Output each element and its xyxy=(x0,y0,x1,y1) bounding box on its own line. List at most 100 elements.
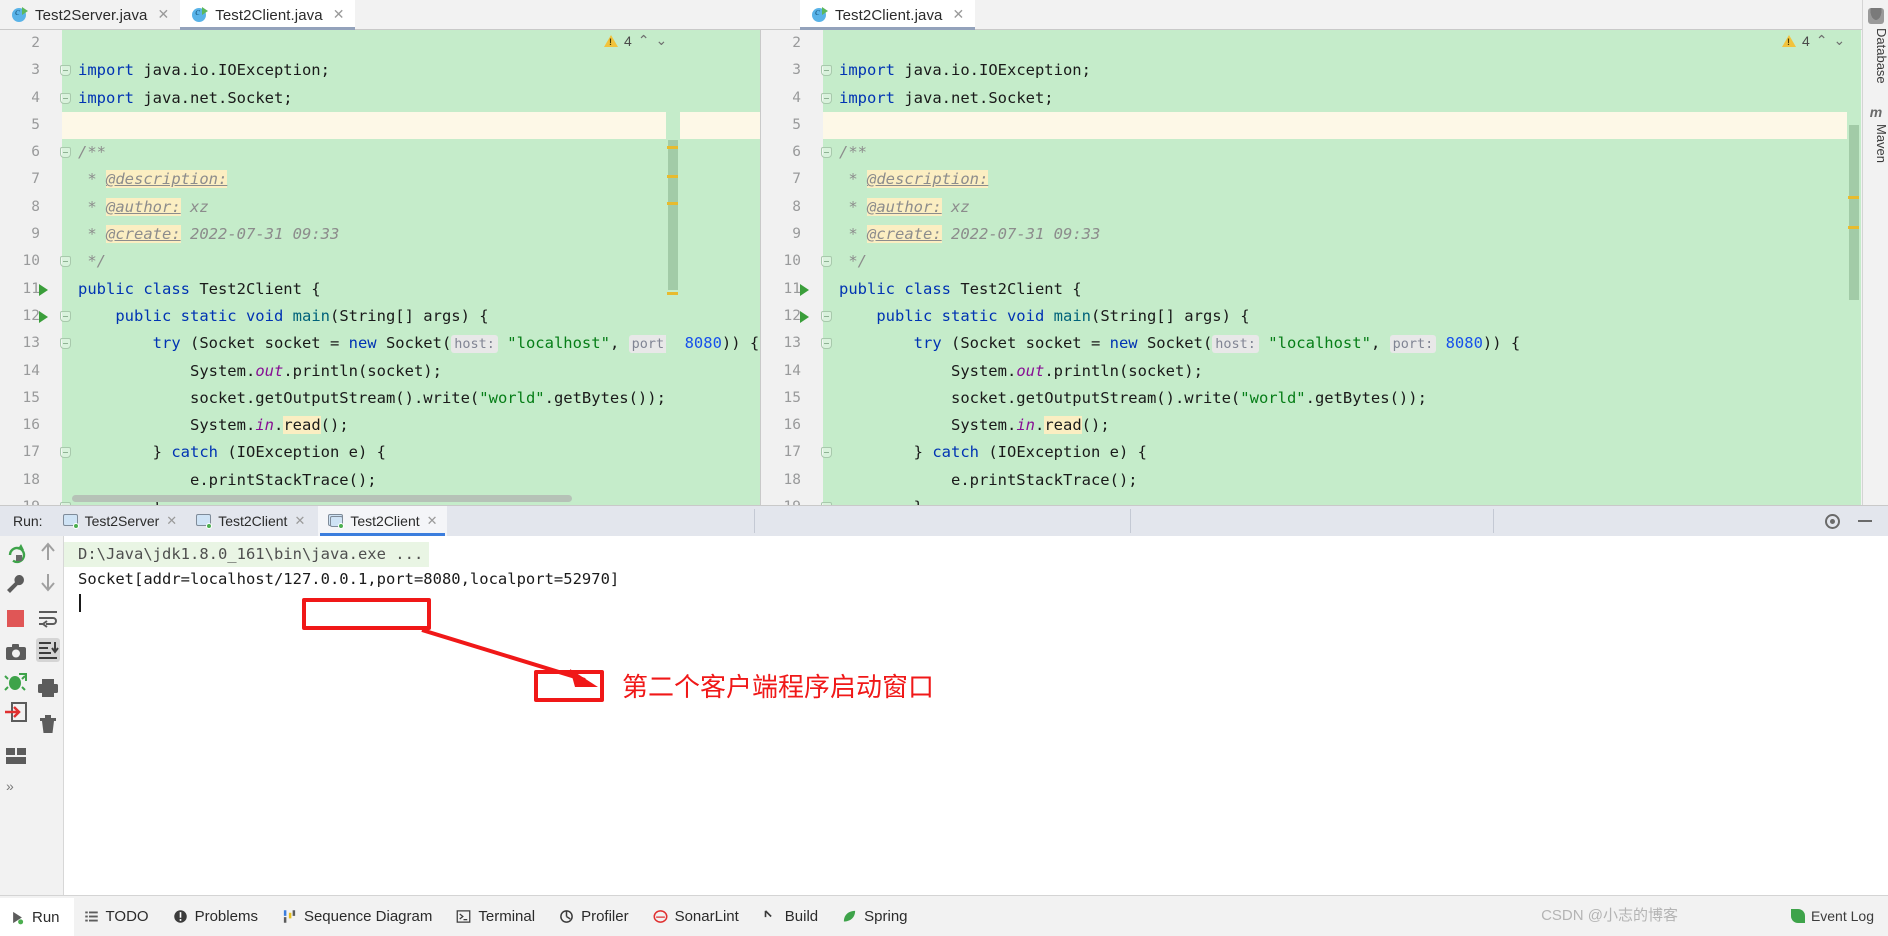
event-log-button[interactable]: Event Log xyxy=(1790,908,1874,924)
fold-toggle-icon[interactable] xyxy=(821,447,832,459)
code-text: try (Socket socket = new Socket(host: "l… xyxy=(152,334,760,354)
status-item-terminal[interactable]: Terminal xyxy=(446,896,549,936)
print-icon[interactable] xyxy=(36,676,60,700)
fold-toggle-icon[interactable] xyxy=(821,310,832,322)
status-item-profiler[interactable]: Profiler xyxy=(549,896,643,936)
code-line: 10 */ xyxy=(23,248,760,275)
code-text: import java.net.Socket; xyxy=(839,88,1054,107)
maven-m-icon: m xyxy=(1869,104,1883,120)
status-item-run[interactable]: Run xyxy=(0,895,74,936)
run-toolbar-primary: » xyxy=(0,536,32,896)
fold-toggle-icon[interactable] xyxy=(60,65,71,77)
scroll-up-icon[interactable] xyxy=(36,540,60,564)
fold-toggle-icon[interactable] xyxy=(60,447,71,459)
close-icon[interactable]: ✕ xyxy=(427,514,438,529)
prev-highlight-icon[interactable]: ⌃ xyxy=(638,33,650,49)
code-text: * @description: xyxy=(87,170,228,189)
fold-toggle-icon[interactable] xyxy=(60,310,71,322)
status-item-sequence-diagram[interactable]: Sequence Diagram xyxy=(272,896,446,936)
fold-toggle-icon[interactable] xyxy=(821,338,832,350)
status-item-todo[interactable]: TODO xyxy=(74,896,163,936)
stop-icon[interactable] xyxy=(7,610,24,627)
status-item-build[interactable]: Build xyxy=(753,896,832,936)
fold-toggle-icon[interactable] xyxy=(60,338,71,350)
fold-toggle-icon[interactable] xyxy=(821,256,832,268)
error-stripe-left[interactable] xyxy=(666,30,680,505)
code-text: System.out.println(socket); xyxy=(839,361,1203,380)
more-chevrons-icon[interactable]: » xyxy=(6,778,30,802)
attach-process-icon[interactable] xyxy=(4,700,28,724)
editor-code-left[interactable]: 2 3 import java.io.IOException; 4 import jav… xyxy=(23,30,760,505)
run-gutter-icon[interactable] xyxy=(39,283,48,296)
editor-tab-test2client[interactable]: Test2Client.java ✕ xyxy=(180,0,356,30)
status-item-problems[interactable]: Problems xyxy=(163,896,272,936)
run-console[interactable]: D:\Java\jdk1.8.0_161\bin\java.exe ... So… xyxy=(64,536,1888,895)
line-number: 8 xyxy=(31,198,40,215)
edit-configuration-wrench-icon[interactable] xyxy=(4,572,28,596)
warning-triangle-icon xyxy=(604,35,618,47)
tool-button-database[interactable]: Database xyxy=(1863,28,1888,84)
error-stripe-right[interactable] xyxy=(1847,30,1861,505)
close-icon[interactable]: ✕ xyxy=(333,8,345,22)
close-icon[interactable]: ✕ xyxy=(166,514,177,529)
code-line: 16 System.in.read(); xyxy=(23,412,760,439)
editor-code-right[interactable]: 2 3 import java.io.IOException; 4 import jav… xyxy=(784,30,1860,505)
line-number: 13 xyxy=(783,335,801,352)
line-number: 19 xyxy=(761,494,801,505)
spring-leaf-icon xyxy=(844,910,856,921)
editor-tab-test2client-split[interactable]: Test2Client.java ✕ xyxy=(800,0,976,30)
run-tab-test2client-1[interactable]: Test2Client ✕ xyxy=(186,506,314,536)
code-text: socket.getOutputStream().write("world".g… xyxy=(78,388,666,407)
rerun-icon[interactable] xyxy=(4,542,28,566)
run-tab-test2client-2[interactable]: Test2Client ✕ xyxy=(318,506,447,536)
code-line: 18 e.printStackTrace(); xyxy=(23,467,760,494)
next-highlight-icon[interactable]: ⌄ xyxy=(1834,33,1846,49)
line-number: 6 xyxy=(792,144,801,161)
close-icon[interactable]: ✕ xyxy=(158,8,170,22)
inspection-widget-right[interactable]: 4 ⌃ ⌄ xyxy=(1782,33,1845,49)
fold-toggle-icon[interactable] xyxy=(60,92,71,104)
layout-icon[interactable] xyxy=(4,744,28,768)
hide-window-icon[interactable] xyxy=(1858,520,1872,522)
run-config-icon xyxy=(62,514,79,529)
run-gutter-icon[interactable] xyxy=(39,310,48,323)
run-tab-label: Test2Client xyxy=(218,513,288,529)
fold-toggle-icon[interactable] xyxy=(821,92,832,104)
fold-toggle-icon[interactable] xyxy=(60,256,71,268)
line-number: 17 xyxy=(22,444,40,461)
run-gutter-icon[interactable] xyxy=(800,310,809,323)
inspection-widget-left[interactable]: 4 ⌃ ⌄ xyxy=(604,33,667,49)
soft-wrap-icon[interactable] xyxy=(36,606,60,630)
fold-toggle-icon[interactable] xyxy=(821,147,832,159)
console-caret-line xyxy=(64,592,1888,617)
scroll-down-icon[interactable] xyxy=(36,570,60,594)
close-icon[interactable]: ✕ xyxy=(294,514,305,529)
debug-bug-icon[interactable] xyxy=(4,670,28,694)
fold-toggle-icon[interactable] xyxy=(60,147,71,159)
run-gutter-icon[interactable] xyxy=(800,283,809,296)
status-item-spring[interactable]: Spring xyxy=(832,896,921,936)
editor-hscrollbar-left[interactable] xyxy=(72,495,572,502)
status-item-sonarlint[interactable]: SonarLint xyxy=(643,896,753,936)
code-line: 7 * @description: xyxy=(31,166,760,193)
fold-toggle-icon[interactable] xyxy=(821,65,832,77)
editor-pane-right[interactable]: 2 3 import java.io.IOException; 4 import jav… xyxy=(760,30,1860,505)
run-tab-test2server[interactable]: Test2Server ✕ xyxy=(53,506,187,536)
line-number: 5 xyxy=(31,116,40,133)
event-log-label: Event Log xyxy=(1810,908,1874,924)
line-number: 4 xyxy=(792,89,801,106)
screenshot-camera-icon[interactable] xyxy=(4,640,28,664)
run-play-icon xyxy=(13,911,24,924)
tool-button-maven[interactable]: Maven xyxy=(1863,124,1888,163)
line-number: 16 xyxy=(22,417,40,434)
clear-all-trash-icon[interactable] xyxy=(36,712,60,736)
prev-highlight-icon[interactable]: ⌃ xyxy=(1816,33,1828,49)
settings-gear-icon[interactable] xyxy=(1825,514,1840,529)
code-line: 8 * @author: xz xyxy=(31,194,760,221)
run-window-header: Run: Test2Server ✕ Test2Client ✕ Test2Cl… xyxy=(0,506,1888,536)
scroll-to-end-icon[interactable] xyxy=(36,638,60,662)
warning-triangle-icon xyxy=(1782,35,1796,47)
editor-tab-test2server[interactable]: Test2Server.java ✕ xyxy=(0,0,180,30)
close-icon[interactable]: ✕ xyxy=(953,8,965,22)
editor-pane-left[interactable]: 2 3 import java.io.IOException; 4 import jav… xyxy=(0,30,760,505)
